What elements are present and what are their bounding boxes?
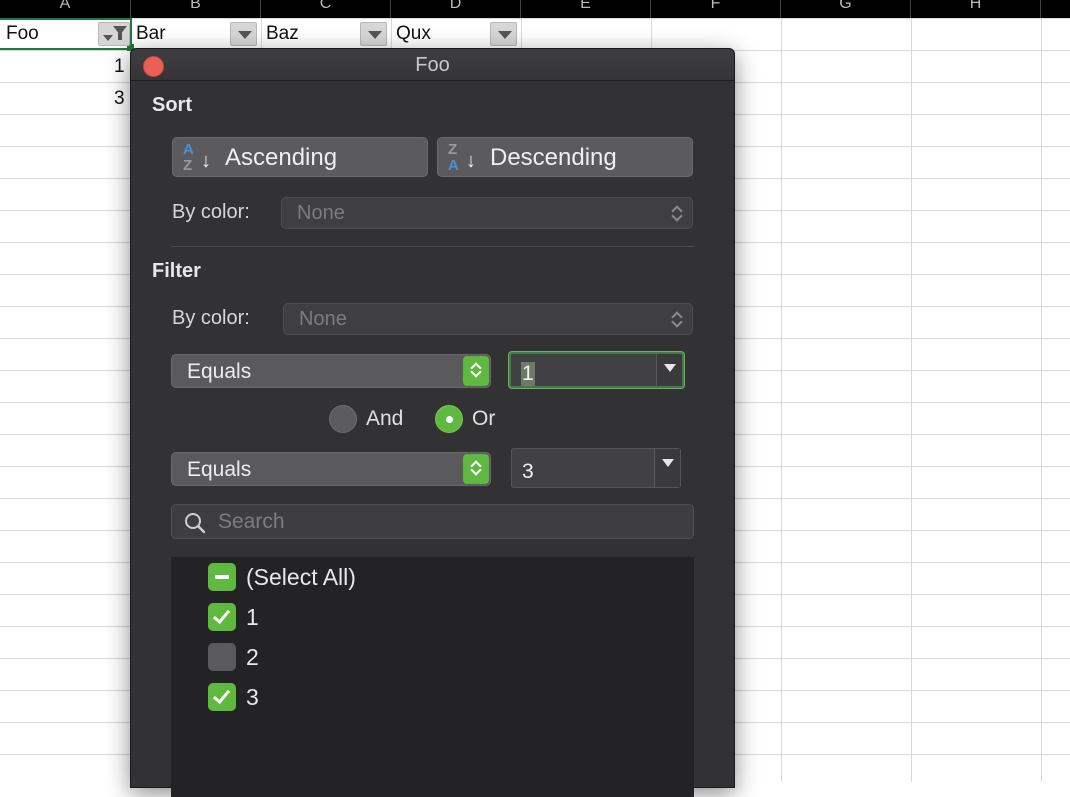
popup-title: Foo [415, 54, 450, 76]
cell-d1[interactable]: Qux [396, 23, 431, 45]
column-header-row: A B C D E F G H [0, 0, 1070, 18]
sort-ascending-button[interactable]: A Z ↓ Ascending [172, 137, 428, 177]
condition2-value[interactable]: 3 [522, 460, 534, 484]
section-divider [171, 246, 694, 247]
or-radio[interactable] [435, 405, 463, 433]
column-header-e[interactable]: E [521, 0, 651, 18]
row-gridline [0, 18, 1070, 19]
cell-a3[interactable]: 3 [114, 88, 125, 110]
condition1-value-combo[interactable]: 1 [509, 352, 684, 388]
sort-ascending-label: Ascending [225, 144, 338, 171]
filter-by-color-label: By color: [172, 307, 250, 329]
condition1-value[interactable]: 1 [521, 362, 535, 386]
column-header-h[interactable]: H [911, 0, 1041, 18]
list-item-label: (Select All) [246, 564, 356, 590]
search-field[interactable] [171, 504, 694, 539]
condition1-operator-value: Equals [187, 360, 252, 383]
filter-button-foo[interactable] [98, 22, 130, 46]
search-input[interactable] [216, 508, 676, 536]
filter-by-color-select[interactable]: None [283, 303, 693, 335]
condition2-value-combo[interactable]: 3 [511, 448, 681, 488]
column-gridline [1041, 18, 1042, 782]
sort-ascending-icon: A Z ↓ [183, 141, 211, 174]
filter-button-qux[interactable] [490, 22, 517, 46]
filter-button-baz[interactable] [360, 22, 387, 46]
chevron-down-icon [103, 35, 113, 41]
condition2-operator-select[interactable]: Equals [171, 452, 491, 486]
and-radio[interactable] [329, 405, 357, 433]
filter-values-list: (Select All) 1 2 3 [171, 557, 694, 797]
list-item-label: 1 [246, 604, 259, 630]
sort-heading: Sort [152, 94, 192, 116]
column-header-a[interactable]: A [0, 0, 131, 18]
sort-by-color-label: By color: [172, 201, 250, 223]
or-label: Or [472, 407, 496, 430]
column-gridline [781, 18, 782, 782]
checkbox-select-all[interactable] [208, 563, 236, 591]
sort-descending-button[interactable]: Z A ↓ Descending [437, 137, 693, 177]
cell-c1[interactable]: Baz [266, 23, 299, 45]
arrow-down-icon: ↓ [466, 150, 476, 172]
sort-descending-label: Descending [490, 144, 617, 171]
filter-button-bar[interactable] [230, 22, 257, 46]
search-icon [185, 513, 206, 534]
filter-by-color-value: None [299, 308, 347, 330]
popup-titlebar[interactable]: Foo [131, 49, 734, 81]
sort-descending-icon: Z A ↓ [448, 141, 476, 174]
column-header-g[interactable]: G [781, 0, 911, 18]
checkbox-1[interactable] [208, 603, 236, 631]
up-down-chevron-icon [463, 454, 489, 484]
chevron-down-icon[interactable] [656, 354, 682, 386]
checkbox-3[interactable] [208, 683, 236, 711]
up-down-chevron-icon [671, 201, 684, 227]
up-down-chevron-icon [671, 307, 684, 333]
column-header-c[interactable]: C [261, 0, 391, 18]
up-down-chevron-icon [463, 356, 489, 386]
column-header-f[interactable]: F [651, 0, 781, 18]
condition1-operator-select[interactable]: Equals [171, 354, 491, 388]
list-item-label: 2 [246, 644, 259, 670]
cell-a2[interactable]: 1 [114, 56, 125, 78]
chevron-down-icon[interactable] [654, 449, 680, 487]
filter-popup: Foo Sort A Z ↓ Ascending Z A ↓ Descendin… [130, 48, 735, 797]
arrow-down-icon: ↓ [201, 150, 211, 172]
sort-by-color-value: None [297, 202, 345, 224]
sort-by-color-select[interactable]: None [281, 197, 693, 229]
chevron-down-icon [498, 31, 512, 39]
filter-heading: Filter [152, 260, 201, 282]
cell-b1[interactable]: Bar [136, 23, 166, 45]
and-label: And [366, 407, 404, 430]
column-gridline [911, 18, 912, 782]
column-header-b[interactable]: B [131, 0, 261, 18]
close-button[interactable] [143, 56, 164, 77]
column-header-d[interactable]: D [391, 0, 521, 18]
list-item-label: 3 [246, 684, 259, 710]
checkbox-2[interactable] [208, 643, 236, 671]
chevron-down-icon [238, 31, 252, 39]
cell-a1[interactable]: Foo [6, 23, 39, 45]
chevron-down-icon [368, 31, 382, 39]
condition2-operator-value: Equals [187, 458, 252, 481]
